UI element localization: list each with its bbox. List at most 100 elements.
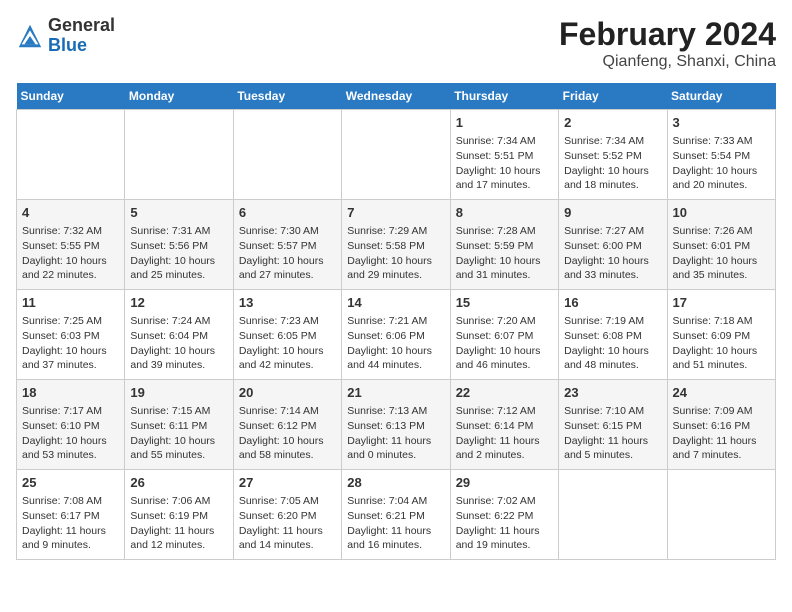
calendar-cell: 24 Sunrise: 7:09 AM Sunset: 6:16 PM Dayli… xyxy=(667,380,775,470)
day-number: 5 xyxy=(130,204,227,222)
page-title: February 2024 xyxy=(559,16,776,53)
logo-text: General Blue xyxy=(48,16,115,56)
day-number: 23 xyxy=(564,384,661,402)
calendar-cell: 3 Sunrise: 7:33 AM Sunset: 5:54 PM Daylig… xyxy=(667,110,775,200)
day-number: 16 xyxy=(564,294,661,312)
day-info: Sunrise: 7:30 AM Sunset: 5:57 PM Dayligh… xyxy=(239,224,336,283)
calendar-row: 4 Sunrise: 7:32 AM Sunset: 5:55 PM Daylig… xyxy=(17,200,776,290)
calendar-cell: 5 Sunrise: 7:31 AM Sunset: 5:56 PM Daylig… xyxy=(125,200,233,290)
day-info: Sunrise: 7:25 AM Sunset: 6:03 PM Dayligh… xyxy=(22,314,119,373)
header-day: Friday xyxy=(559,83,667,110)
day-info: Sunrise: 7:04 AM Sunset: 6:21 PM Dayligh… xyxy=(347,494,444,553)
day-info: Sunrise: 7:14 AM Sunset: 6:12 PM Dayligh… xyxy=(239,404,336,463)
day-info: Sunrise: 7:18 AM Sunset: 6:09 PM Dayligh… xyxy=(673,314,770,373)
calendar-cell xyxy=(125,110,233,200)
day-info: Sunrise: 7:08 AM Sunset: 6:17 PM Dayligh… xyxy=(22,494,119,553)
calendar-cell xyxy=(17,110,125,200)
page-header: General Blue February 2024 Qianfeng, Sha… xyxy=(16,16,776,71)
day-info: Sunrise: 7:17 AM Sunset: 6:10 PM Dayligh… xyxy=(22,404,119,463)
day-info: Sunrise: 7:34 AM Sunset: 5:51 PM Dayligh… xyxy=(456,134,553,193)
day-info: Sunrise: 7:24 AM Sunset: 6:04 PM Dayligh… xyxy=(130,314,227,373)
calendar-row: 1 Sunrise: 7:34 AM Sunset: 5:51 PM Daylig… xyxy=(17,110,776,200)
day-info: Sunrise: 7:28 AM Sunset: 5:59 PM Dayligh… xyxy=(456,224,553,283)
header-row: SundayMondayTuesdayWednesdayThursdayFrid… xyxy=(17,83,776,110)
calendar-cell: 22 Sunrise: 7:12 AM Sunset: 6:14 PM Dayli… xyxy=(450,380,558,470)
logo: General Blue xyxy=(16,16,115,56)
day-info: Sunrise: 7:33 AM Sunset: 5:54 PM Dayligh… xyxy=(673,134,770,193)
calendar-cell: 14Sunrise: 7:21 AM Sunset: 6:06 PM Dayli… xyxy=(342,290,450,380)
calendar-row: 11 Sunrise: 7:25 AM Sunset: 6:03 PM Dayli… xyxy=(17,290,776,380)
calendar-cell: 2Sunrise: 7:34 AM Sunset: 5:52 PM Daylig… xyxy=(559,110,667,200)
day-number: 22 xyxy=(456,384,553,402)
day-number: 14 xyxy=(347,294,444,312)
calendar-row: 25 Sunrise: 7:08 AM Sunset: 6:17 PM Dayli… xyxy=(17,470,776,560)
calendar-cell: 8Sunrise: 7:28 AM Sunset: 5:59 PM Daylig… xyxy=(450,200,558,290)
calendar-body: 1 Sunrise: 7:34 AM Sunset: 5:51 PM Daylig… xyxy=(17,110,776,560)
day-number: 26 xyxy=(130,474,227,492)
day-number: 24 xyxy=(673,384,770,402)
logo-blue: Blue xyxy=(48,35,87,55)
calendar-header: SundayMondayTuesdayWednesdayThursdayFrid… xyxy=(17,83,776,110)
calendar-cell: 29Sunrise: 7:02 AM Sunset: 6:22 PM Dayli… xyxy=(450,470,558,560)
header-day: Saturday xyxy=(667,83,775,110)
day-info: Sunrise: 7:15 AM Sunset: 6:11 PM Dayligh… xyxy=(130,404,227,463)
day-number: 9 xyxy=(564,204,661,222)
header-day: Wednesday xyxy=(342,83,450,110)
calendar-cell: 19Sunrise: 7:15 AM Sunset: 6:11 PM Dayli… xyxy=(125,380,233,470)
day-number: 3 xyxy=(673,114,770,132)
day-number: 1 xyxy=(456,114,553,132)
calendar-cell: 27Sunrise: 7:05 AM Sunset: 6:20 PM Dayli… xyxy=(233,470,341,560)
day-number: 17 xyxy=(673,294,770,312)
day-info: Sunrise: 7:27 AM Sunset: 6:00 PM Dayligh… xyxy=(564,224,661,283)
day-number: 28 xyxy=(347,474,444,492)
day-number: 15 xyxy=(456,294,553,312)
calendar-cell: 7 Sunrise: 7:29 AM Sunset: 5:58 PM Daylig… xyxy=(342,200,450,290)
calendar-cell: 10 Sunrise: 7:26 AM Sunset: 6:01 PM Dayli… xyxy=(667,200,775,290)
calendar-cell xyxy=(559,470,667,560)
calendar-cell xyxy=(233,110,341,200)
day-number: 13 xyxy=(239,294,336,312)
calendar-cell: 13 Sunrise: 7:23 AM Sunset: 6:05 PM Dayli… xyxy=(233,290,341,380)
calendar-cell: 21Sunrise: 7:13 AM Sunset: 6:13 PM Dayli… xyxy=(342,380,450,470)
calendar-cell: 20 Sunrise: 7:14 AM Sunset: 6:12 PM Dayli… xyxy=(233,380,341,470)
day-info: Sunrise: 7:23 AM Sunset: 6:05 PM Dayligh… xyxy=(239,314,336,373)
calendar-cell: 15Sunrise: 7:20 AM Sunset: 6:07 PM Dayli… xyxy=(450,290,558,380)
day-number: 25 xyxy=(22,474,119,492)
calendar-cell: 9 Sunrise: 7:27 AM Sunset: 6:00 PM Daylig… xyxy=(559,200,667,290)
calendar-cell: 6 Sunrise: 7:30 AM Sunset: 5:57 PM Daylig… xyxy=(233,200,341,290)
day-info: Sunrise: 7:32 AM Sunset: 5:55 PM Dayligh… xyxy=(22,224,119,283)
calendar-cell: 4 Sunrise: 7:32 AM Sunset: 5:55 PM Daylig… xyxy=(17,200,125,290)
day-info: Sunrise: 7:31 AM Sunset: 5:56 PM Dayligh… xyxy=(130,224,227,283)
calendar-cell: 25 Sunrise: 7:08 AM Sunset: 6:17 PM Dayli… xyxy=(17,470,125,560)
calendar-cell xyxy=(667,470,775,560)
day-number: 6 xyxy=(239,204,336,222)
day-number: 10 xyxy=(673,204,770,222)
page-subtitle: Qianfeng, Shanxi, China xyxy=(559,53,776,71)
day-info: Sunrise: 7:13 AM Sunset: 6:13 PM Dayligh… xyxy=(347,404,444,463)
day-number: 11 xyxy=(22,294,119,312)
day-number: 2 xyxy=(564,114,661,132)
calendar-cell: 26Sunrise: 7:06 AM Sunset: 6:19 PM Dayli… xyxy=(125,470,233,560)
calendar-row: 18 Sunrise: 7:17 AM Sunset: 6:10 PM Dayli… xyxy=(17,380,776,470)
header-day: Sunday xyxy=(17,83,125,110)
day-number: 29 xyxy=(456,474,553,492)
day-number: 27 xyxy=(239,474,336,492)
calendar-table: SundayMondayTuesdayWednesdayThursdayFrid… xyxy=(16,83,776,560)
calendar-cell: 18 Sunrise: 7:17 AM Sunset: 6:10 PM Dayli… xyxy=(17,380,125,470)
day-number: 4 xyxy=(22,204,119,222)
day-number: 20 xyxy=(239,384,336,402)
day-info: Sunrise: 7:10 AM Sunset: 6:15 PM Dayligh… xyxy=(564,404,661,463)
calendar-cell: 12 Sunrise: 7:24 AM Sunset: 6:04 PM Dayli… xyxy=(125,290,233,380)
calendar-cell: 23 Sunrise: 7:10 AM Sunset: 6:15 PM Dayli… xyxy=(559,380,667,470)
day-number: 7 xyxy=(347,204,444,222)
logo-icon xyxy=(16,22,44,50)
logo-general: General xyxy=(48,15,115,35)
calendar-cell: 1 Sunrise: 7:34 AM Sunset: 5:51 PM Daylig… xyxy=(450,110,558,200)
day-info: Sunrise: 7:29 AM Sunset: 5:58 PM Dayligh… xyxy=(347,224,444,283)
day-info: Sunrise: 7:09 AM Sunset: 6:16 PM Dayligh… xyxy=(673,404,770,463)
day-number: 12 xyxy=(130,294,227,312)
day-number: 18 xyxy=(22,384,119,402)
day-info: Sunrise: 7:26 AM Sunset: 6:01 PM Dayligh… xyxy=(673,224,770,283)
day-info: Sunrise: 7:12 AM Sunset: 6:14 PM Dayligh… xyxy=(456,404,553,463)
header-day: Monday xyxy=(125,83,233,110)
